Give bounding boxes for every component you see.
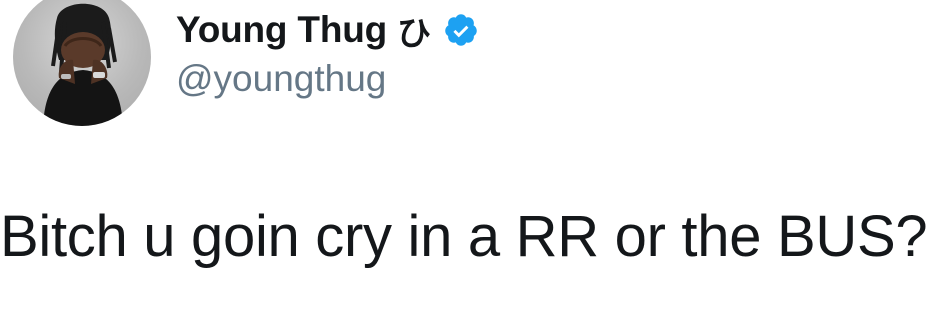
verified-badge-icon [445, 14, 477, 46]
name-row: Young Thug ひ [176, 8, 479, 54]
profile-photo-icon [43, 3, 123, 126]
tweet-text: Bitch u goin cry in a RR or the BUS? [0, 204, 928, 269]
name-symbol: ひ [397, 13, 432, 54]
avatar[interactable] [13, 0, 151, 126]
tweet-card: Young Thug ひ @youngthug Bitch u goin cry… [0, 0, 951, 317]
user-handle[interactable]: @youngthug [176, 58, 386, 100]
display-name[interactable]: Young Thug [176, 9, 387, 51]
